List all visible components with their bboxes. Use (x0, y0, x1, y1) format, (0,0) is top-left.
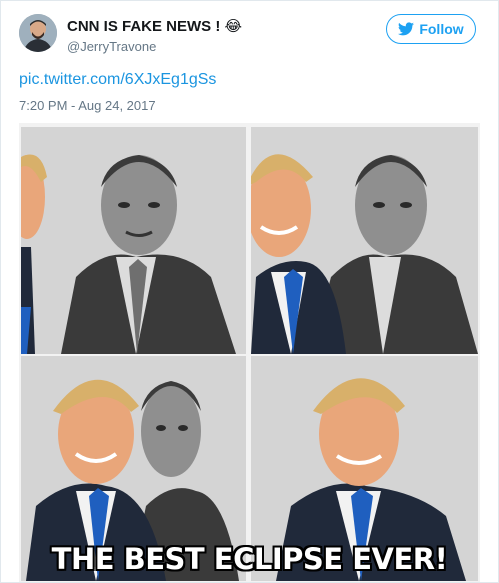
user-handle[interactable]: @JerryTravone (67, 39, 156, 54)
avatar-image (19, 14, 57, 52)
twitter-bird-icon (398, 22, 415, 36)
tweet-image[interactable]: THE BEST ECLIPSE EVER! (19, 123, 480, 582)
display-name[interactable]: CNN IS FAKE NEWS ! 😂 (67, 17, 242, 35)
tweet-card: CNN IS FAKE NEWS ! 😂 @JerryTravone Follo… (0, 0, 499, 583)
follow-label: Follow (419, 21, 464, 37)
panel-top-right (251, 127, 478, 354)
meme-caption: THE BEST ECLIPSE EVER! (51, 542, 448, 576)
media-link[interactable]: pic.twitter.com/6XJxEg1gSs (19, 71, 216, 89)
follow-button[interactable]: Follow (386, 14, 476, 44)
tweet-timestamp[interactable]: 7:20 PM - Aug 24, 2017 (19, 98, 156, 113)
avatar[interactable] (19, 14, 57, 52)
laughing-emoji-icon: 😂 (224, 17, 243, 35)
panel-top-right-image (251, 127, 478, 354)
panel-top-left-image (21, 127, 246, 354)
display-name-text: CNN IS FAKE NEWS ! (67, 18, 221, 35)
panel-top-left (21, 127, 246, 354)
